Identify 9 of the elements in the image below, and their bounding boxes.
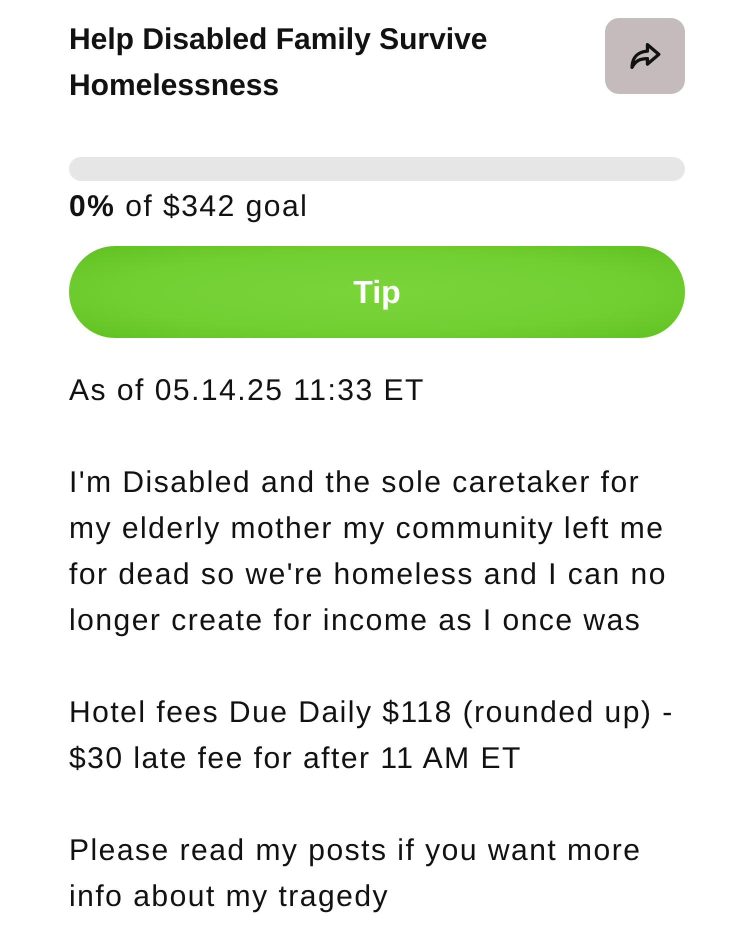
description-paragraph: Hotel fees Due Daily $118 (rounded up) - $30 late fee for after 11 AM ET [69, 695, 675, 777]
share-button[interactable] [605, 18, 685, 94]
updated-timestamp: As of 05.14.25 11:33 ET [69, 373, 426, 409]
description-paragraph: I'm Disabled and the sole caretaker for my elderly mother my community left me for dead so we're homeless and I can no longer create for income as I once was [69, 465, 668, 639]
description-paragraph: Please read my posts if you want more info about my tragedy [69, 833, 642, 915]
goal-progress-text: 0% of $342 goal [69, 189, 310, 225]
campaign-title: Help Disabled Family Survive Homelessness [69, 22, 488, 104]
share-icon [629, 43, 661, 69]
tip-button[interactable]: Tip [69, 246, 685, 338]
